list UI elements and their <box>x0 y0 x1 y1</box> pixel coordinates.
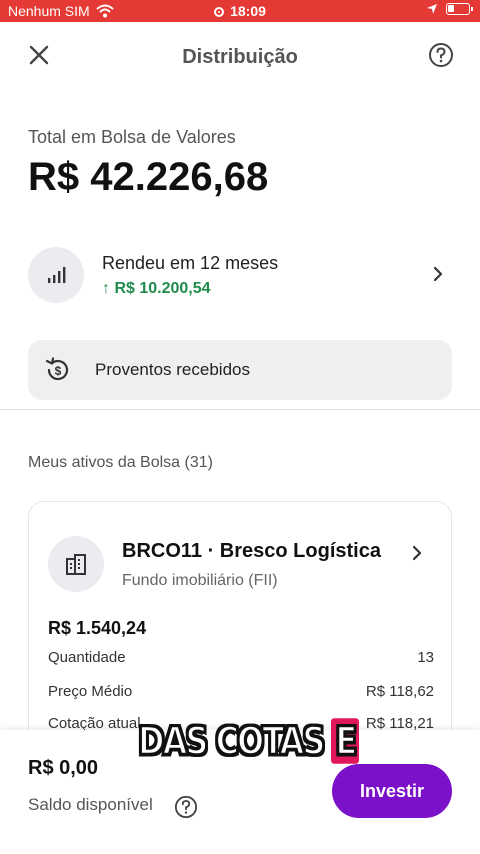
rendeu-title: Rendeu em 12 meses <box>102 253 279 273</box>
detail-row-quantidade: Quantidade 13 <box>48 649 434 666</box>
proventos-label: Proventos recebidos <box>95 360 250 379</box>
detail-label: Preço Médio <box>48 683 133 700</box>
asset-name: BRCO11 · Bresco Logística <box>122 540 381 562</box>
proventos-button[interactable]: $ Proventos recebidos <box>28 340 452 400</box>
invest-button[interactable]: Investir <box>332 764 452 818</box>
svg-text:$: $ <box>55 364 62 378</box>
arrow-up-icon: ↑ <box>102 280 110 297</box>
chevron-right-icon <box>433 266 443 282</box>
saldo-label: Saldo disponível <box>28 795 153 814</box>
caption-highlight: E <box>331 717 360 765</box>
detail-value: 13 <box>417 649 434 666</box>
help-icon[interactable] <box>174 795 198 819</box>
rendeu-row[interactable]: Rendeu em 12 meses ↑ R$ 10.200,54 <box>28 245 452 305</box>
total-value: R$ 42.226,68 <box>28 155 269 199</box>
caption-text: DAS COTAS <box>137 717 326 765</box>
chevron-right-icon <box>412 545 422 561</box>
header: Distribuição <box>0 22 480 92</box>
page-title: Distribuição <box>182 46 298 68</box>
help-icon[interactable] <box>428 42 454 68</box>
asset-type: Fundo imobiliário (FII) <box>122 572 278 589</box>
rendeu-value: ↑ R$ 10.200,54 <box>102 280 211 298</box>
battery-icon <box>446 3 473 15</box>
total-label: Total em Bolsa de Valores <box>28 127 236 147</box>
video-caption: DAS COTAS E <box>137 711 360 771</box>
detail-row-preco-medio: Preço Médio R$ 118,62 <box>48 683 434 700</box>
signal-bars-icon <box>28 247 84 303</box>
detail-label: Quantidade <box>48 649 126 666</box>
detail-value: R$ 118,62 <box>365 683 434 700</box>
saldo-value: R$ 0,00 <box>28 757 99 779</box>
dividend-history-icon: $ <box>45 357 69 381</box>
record-icon <box>214 7 225 17</box>
status-bar: Nenhum SIM 18:09 <box>0 0 480 22</box>
building-icon <box>48 536 104 592</box>
location-icon <box>427 4 437 14</box>
divider <box>0 409 480 410</box>
section-title: Meus ativos da Bolsa (31) <box>28 454 213 471</box>
clock: 18:09 <box>230 3 266 19</box>
rendeu-amount: R$ 10.200,54 <box>114 280 211 297</box>
asset-value: R$ 1.540,24 <box>48 618 147 638</box>
